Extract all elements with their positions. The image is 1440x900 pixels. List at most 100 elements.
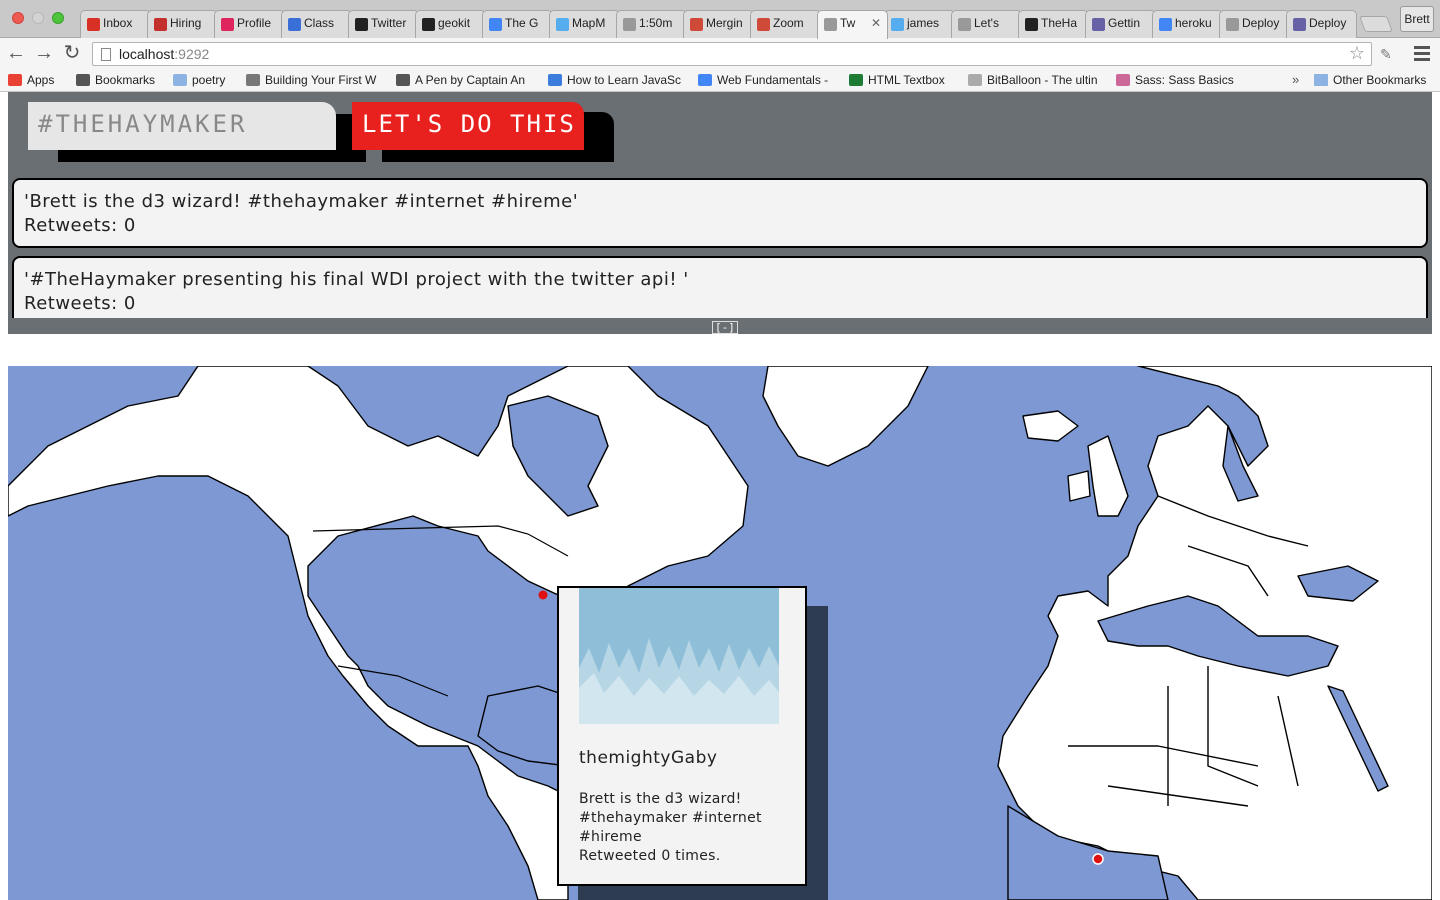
tab-5[interactable]: geokit <box>415 10 486 38</box>
bookmark-item[interactable]: Building Your First W <box>246 73 386 87</box>
url-host: localhost <box>119 46 175 62</box>
tab-label: geokit <box>438 16 471 30</box>
forward-arrow-icon[interactable]: → <box>32 42 56 66</box>
search-submit-button[interactable]: LET'S DO THIS <box>352 102 584 150</box>
tab-4[interactable]: Twitter <box>348 10 419 38</box>
tab-label: Class <box>304 16 335 30</box>
folder-icon <box>173 74 187 86</box>
tab-label: Twitter <box>371 16 407 30</box>
bookmark-label: How to Learn JavaSc <box>567 73 682 87</box>
url-port: :9292 <box>174 46 210 62</box>
github-icon <box>355 18 368 31</box>
tweet-card: 'Brett is the d3 wizard! #thehaymaker #i… <box>12 178 1428 248</box>
tweet-location-marker[interactable] <box>1092 853 1104 865</box>
mergin-icon <box>690 18 703 31</box>
tab-label: Inbox <box>103 16 133 30</box>
new-tab-button[interactable] <box>1359 16 1393 32</box>
popup-username: themightyGaby <box>579 748 718 768</box>
bookmark-star-icon[interactable]: ☆ <box>1349 43 1365 64</box>
js-icon <box>548 74 562 86</box>
html-icon <box>849 74 863 86</box>
tab-3[interactable]: Class <box>281 10 352 38</box>
bookmark-item[interactable]: Apps <box>8 73 68 87</box>
codepen-icon <box>396 74 410 86</box>
menu-icon[interactable] <box>1414 46 1430 62</box>
tweet-card: '#TheHaymaker presenting his final WDI p… <box>12 256 1428 318</box>
tab-13[interactable]: Let's <box>951 10 1022 38</box>
back-arrow-icon[interactable]: ← <box>4 42 28 66</box>
tab-8[interactable]: 1:50m <box>616 10 687 38</box>
bookmark-item[interactable]: HTML Textbox <box>849 73 957 87</box>
address-bar[interactable]: localhost:9292 ☆ <box>92 42 1372 66</box>
tab-label: Tw <box>840 16 856 30</box>
bookmark-item[interactable]: Sass: Sass Basics <box>1116 73 1246 87</box>
minimize-window-button[interactable] <box>32 12 44 24</box>
tab-label: heroku <box>1175 16 1212 30</box>
tab-label: Hiring <box>170 16 202 30</box>
star-icon <box>76 74 90 86</box>
tweet-retweets: Retweets: 0 <box>24 293 136 314</box>
tab-6[interactable]: The G <box>482 10 553 38</box>
tweet-location-marker[interactable] <box>538 590 548 600</box>
twitter-icon <box>556 18 569 31</box>
profile-icon <box>221 18 234 31</box>
page-icon <box>958 18 971 31</box>
hashtag-search-input[interactable]: #THEHAYMAKER <box>28 102 336 150</box>
bookmark-label: Sass: Sass Basics <box>1135 73 1234 87</box>
github-icon <box>1025 18 1038 31</box>
extension-icon[interactable]: ✎ <box>1380 46 1398 62</box>
close-window-button[interactable] <box>12 12 24 24</box>
bookmark-item[interactable]: A Pen by Captain An <box>396 73 538 87</box>
tab-7[interactable]: MapM <box>549 10 620 38</box>
tab-label: Deploy <box>1309 16 1347 30</box>
tab-16[interactable]: heroku <box>1152 10 1223 38</box>
tab-label: Profile <box>237 16 272 30</box>
heroku-icon <box>1293 18 1306 31</box>
tab-12[interactable]: james <box>884 10 955 38</box>
tab-label: Let's <box>974 16 999 30</box>
bookmark-label: Bookmarks <box>95 73 156 87</box>
other-bookmarks-folder[interactable]: Other Bookmarks <box>1314 73 1426 87</box>
tab-label: The G <box>505 16 539 30</box>
bookmark-item[interactable]: BitBalloon - The ultin <box>968 73 1106 87</box>
browser-tab-bar: Inbox Hiring Profile Class Twitter geokit The … <box>0 0 1440 39</box>
bookmark-item[interactable]: poetry <box>173 73 235 87</box>
profile-button[interactable]: Brett <box>1400 6 1434 32</box>
tab-label: Zoom <box>773 16 804 30</box>
bookmark-label: poetry <box>192 73 226 87</box>
tweet-popup: themightyGaby Brett is the d3 wizard! #t… <box>557 586 807 886</box>
tab-11[interactable]: Tw ✕ <box>817 10 888 39</box>
bookmark-item[interactable]: How to Learn JavaSc <box>548 73 688 87</box>
collapse-toggle[interactable]: [-] <box>712 321 738 334</box>
heroku-icon <box>1092 18 1105 31</box>
hiring-icon <box>154 18 167 31</box>
tab-1[interactable]: Hiring <box>147 10 218 38</box>
popup-tweet-text: Brett is the d3 wizard! #thehaymaker #in… <box>579 791 762 845</box>
apps-grid-icon <box>8 74 22 86</box>
tab-9[interactable]: Mergin <box>683 10 754 38</box>
sass-icon <box>1116 74 1130 86</box>
tweet-text: '#TheHaymaker presenting his final WDI p… <box>24 269 689 290</box>
tab-10[interactable]: Zoom <box>750 10 821 38</box>
page-icon <box>101 48 111 61</box>
tab-15[interactable]: Gettin <box>1085 10 1156 38</box>
bookmarks-bar: Apps Bookmarks poetry Building Your First W… <box>0 70 1440 92</box>
page-icon <box>1226 18 1239 31</box>
tab-17[interactable]: Deploy <box>1219 10 1290 38</box>
tweet-retweets: Retweets: 0 <box>24 215 136 236</box>
tab-18[interactable]: Deploy <box>1286 10 1357 38</box>
twitter-icon <box>891 18 904 31</box>
tab-2[interactable]: Profile <box>214 10 285 38</box>
reload-icon[interactable]: ↻ <box>60 42 84 66</box>
bookmark-item[interactable]: Web Fundamentals - <box>698 73 838 87</box>
tab-14[interactable]: TheHa <box>1018 10 1089 38</box>
bookmarks-overflow-button[interactable]: » <box>1292 72 1299 87</box>
tweet-list[interactable]: 'Brett is the d3 wizard! #thehaymaker #i… <box>12 178 1428 318</box>
class-icon <box>288 18 301 31</box>
tab-label: TheHa <box>1041 16 1078 30</box>
browser-toolbar: ← → ↻ localhost:9292 ☆ ✎ <box>0 38 1440 70</box>
tab-0[interactable]: Inbox <box>80 10 151 38</box>
close-tab-icon[interactable]: ✕ <box>871 16 881 30</box>
bookmark-item[interactable]: Bookmarks <box>76 73 166 87</box>
zoom-window-button[interactable] <box>52 12 64 24</box>
